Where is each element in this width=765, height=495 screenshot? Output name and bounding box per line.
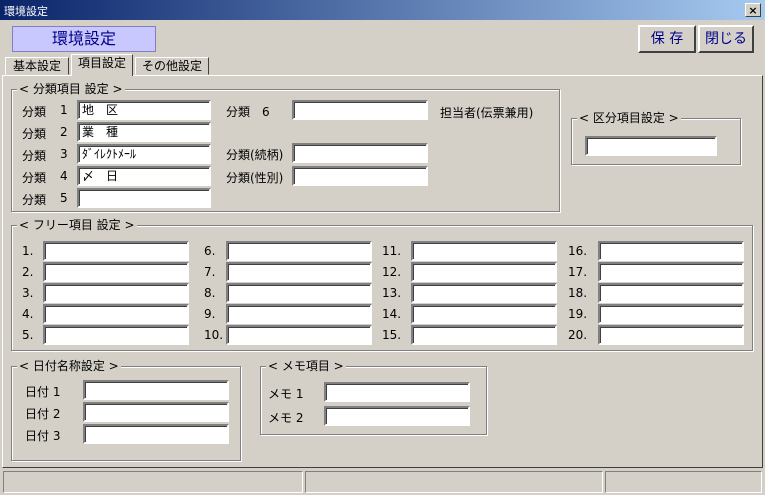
free-item-field[interactable] bbox=[43, 262, 189, 282]
close-button[interactable]: 閉じる bbox=[698, 25, 754, 53]
classification-label: 分類 bbox=[22, 149, 47, 163]
free-items-group-title: < フリー項目 設定 > bbox=[17, 218, 137, 232]
free-item-label: 1. bbox=[22, 244, 34, 258]
status-pane-1 bbox=[3, 471, 303, 493]
tab-item-settings[interactable]: 項目設定 bbox=[71, 54, 133, 76]
division-field[interactable] bbox=[585, 136, 717, 156]
free-item-field[interactable] bbox=[43, 325, 189, 345]
free-item-field[interactable] bbox=[43, 304, 189, 324]
division-group-title: < 区分項目設定 > bbox=[577, 111, 681, 125]
free-item-label: 13. bbox=[382, 286, 402, 300]
person-label: 担当者(伝票兼用) bbox=[440, 106, 534, 120]
free-item-label: 8. bbox=[204, 286, 216, 300]
free-item-field[interactable] bbox=[43, 283, 189, 303]
free-item-label: 19. bbox=[568, 307, 588, 321]
classification-number: 2 bbox=[60, 125, 68, 139]
date-label: 日付 2 bbox=[25, 407, 61, 421]
free-item-field[interactable] bbox=[226, 304, 372, 324]
free-item-field[interactable] bbox=[411, 283, 557, 303]
save-button[interactable]: 保 存 bbox=[638, 25, 696, 53]
free-item-field[interactable] bbox=[598, 241, 744, 261]
free-item-field[interactable] bbox=[598, 262, 744, 282]
tab-basic-settings[interactable]: 基本設定 bbox=[5, 57, 69, 75]
free-item-label: 2. bbox=[22, 265, 34, 279]
classification-field[interactable] bbox=[292, 100, 428, 120]
free-item-label: 14. bbox=[382, 307, 402, 321]
free-item-label: 3. bbox=[22, 286, 34, 300]
date-label: 日付 1 bbox=[25, 385, 61, 399]
free-item-label: 4. bbox=[22, 307, 34, 321]
free-item-field[interactable] bbox=[411, 241, 557, 261]
free-item-field[interactable] bbox=[411, 304, 557, 324]
memo-field[interactable] bbox=[324, 406, 470, 426]
free-item-field[interactable] bbox=[226, 241, 372, 261]
free-item-field[interactable] bbox=[43, 241, 189, 261]
window-title: 環境設定 bbox=[4, 5, 48, 18]
classification-number: 3 bbox=[60, 147, 68, 161]
classification-field[interactable]: 地 区 bbox=[77, 100, 211, 120]
memo-label: メモ 2 bbox=[268, 411, 304, 425]
date-field[interactable] bbox=[83, 424, 229, 444]
classification-label: 分類 6 bbox=[226, 105, 270, 119]
date-group-title: < 日付名称設定 > bbox=[17, 359, 121, 373]
page-title: 環境設定 bbox=[12, 26, 156, 52]
free-item-label: 20. bbox=[568, 328, 588, 342]
classification-group-title: < 分類項目 設定 > bbox=[17, 82, 125, 96]
free-item-field[interactable] bbox=[226, 262, 372, 282]
classification-field[interactable]: 〆 日 bbox=[77, 166, 211, 186]
memo-group-title: < メモ項目 > bbox=[266, 359, 346, 373]
free-item-field[interactable] bbox=[226, 283, 372, 303]
classification-label: 分類 bbox=[22, 171, 47, 185]
classification-field[interactable] bbox=[292, 166, 428, 186]
classification-label: 分類(続柄) bbox=[226, 148, 284, 162]
free-item-label: 18. bbox=[568, 286, 588, 300]
header: 環境設定 保 存 閉じる bbox=[0, 22, 765, 54]
title-bar: 環境設定 × bbox=[0, 0, 765, 20]
classification-field[interactable]: 業 種 bbox=[77, 122, 211, 142]
free-item-label: 10. bbox=[204, 328, 224, 342]
classification-field[interactable] bbox=[292, 143, 428, 163]
free-item-field[interactable] bbox=[598, 304, 744, 324]
date-field[interactable] bbox=[83, 402, 229, 422]
classification-number: 5 bbox=[60, 191, 68, 205]
free-item-field[interactable] bbox=[411, 262, 557, 282]
free-item-label: 9. bbox=[204, 307, 216, 321]
free-item-label: 7. bbox=[204, 265, 216, 279]
free-item-label: 6. bbox=[204, 244, 216, 258]
close-window-button[interactable]: × bbox=[745, 3, 761, 17]
classification-number: 4 bbox=[60, 169, 68, 183]
date-label: 日付 3 bbox=[25, 429, 61, 443]
free-item-field[interactable] bbox=[598, 325, 744, 345]
classification-label: 分類 bbox=[22, 193, 47, 207]
classification-number: 1 bbox=[60, 103, 68, 117]
status-pane-3 bbox=[605, 471, 762, 493]
tab-other-settings[interactable]: その他設定 bbox=[135, 57, 209, 75]
classification-label: 分類(性別) bbox=[226, 171, 284, 185]
free-item-label: 16. bbox=[568, 244, 588, 258]
classification-field[interactable] bbox=[77, 188, 211, 208]
free-item-field[interactable] bbox=[598, 283, 744, 303]
date-field[interactable] bbox=[83, 380, 229, 400]
free-item-field[interactable] bbox=[226, 325, 372, 345]
free-item-label: 12. bbox=[382, 265, 402, 279]
free-item-field[interactable] bbox=[411, 325, 557, 345]
free-item-label: 15. bbox=[382, 328, 402, 342]
classification-field[interactable]: ﾀﾞｲﾚｸﾄﾒｰﾙ bbox=[77, 144, 211, 164]
free-item-label: 5. bbox=[22, 328, 34, 342]
memo-label: メモ 1 bbox=[268, 387, 304, 401]
memo-field[interactable] bbox=[324, 382, 470, 402]
free-item-label: 17. bbox=[568, 265, 588, 279]
classification-label: 分類 bbox=[22, 105, 47, 119]
free-item-label: 11. bbox=[382, 244, 402, 258]
classification-label: 分類 bbox=[22, 127, 47, 141]
status-pane-2 bbox=[305, 471, 603, 493]
